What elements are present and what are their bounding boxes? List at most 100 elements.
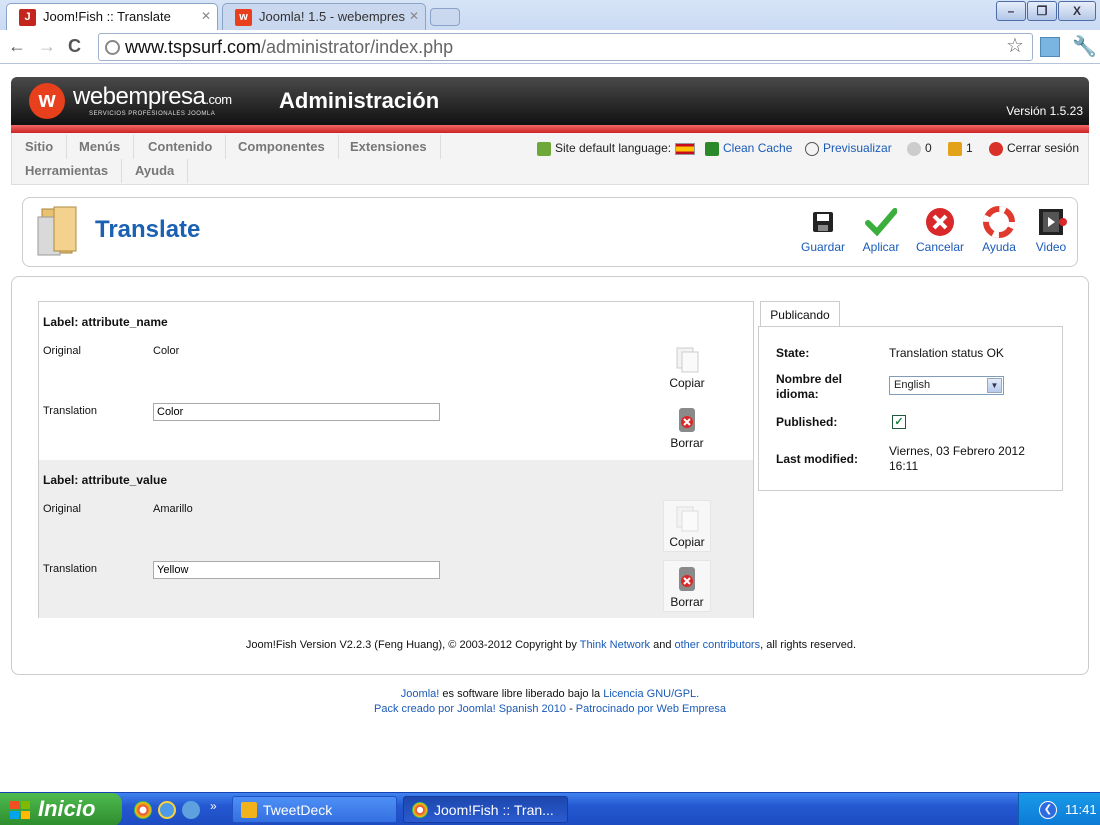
forward-icon[interactable]: → bbox=[38, 36, 56, 57]
ayuda-button[interactable]: Ayuda bbox=[971, 206, 1027, 260]
language-label: Nombre del idioma: bbox=[776, 372, 843, 401]
url-path: /administrator/index.php bbox=[261, 37, 454, 57]
windows-taskbar: Inicio » TweetDeck Joom!Fish :: Tran... … bbox=[0, 792, 1100, 825]
translation-label: Translation bbox=[43, 563, 98, 575]
published-label: Published: bbox=[776, 415, 838, 429]
guardar-button[interactable]: Guardar bbox=[795, 206, 851, 260]
reload-icon[interactable]: C bbox=[68, 36, 81, 57]
system-tray: ❮ 11:41 bbox=[1018, 793, 1100, 825]
webempresa-logo-icon: w bbox=[29, 83, 65, 119]
joomla-link[interactable]: Joomla! bbox=[401, 688, 440, 700]
chrome-icon bbox=[412, 802, 428, 818]
address-bar[interactable]: www.tspsurf.com/administrator/index.php bbox=[98, 33, 1033, 61]
users-icon bbox=[948, 141, 962, 156]
translation-input[interactable] bbox=[153, 403, 440, 421]
desktop-quicklaunch-icon[interactable] bbox=[182, 801, 200, 819]
original-value: Amarillo bbox=[153, 503, 193, 515]
think-network-link[interactable]: Think Network bbox=[580, 639, 650, 651]
copy-button[interactable]: Copiar bbox=[663, 500, 711, 552]
original-value: Color bbox=[153, 345, 180, 357]
browser-tab-joomfish[interactable]: J Joom!Fish :: Translate ✕ bbox=[6, 3, 218, 30]
admin-title: Administración bbox=[279, 88, 440, 113]
joomfish-favicon-icon: J bbox=[19, 9, 36, 26]
cancelar-button[interactable]: Cancelar bbox=[912, 206, 968, 260]
site-language-status: Site default language: bbox=[537, 141, 696, 156]
video-button[interactable]: Video bbox=[1023, 206, 1079, 260]
extension-icon[interactable] bbox=[1040, 37, 1060, 57]
site-footer: Joomla! es software libre liberado bajo … bbox=[373, 688, 727, 715]
preview-link[interactable]: Previsualizar bbox=[805, 141, 892, 156]
close-tab-icon[interactable]: ✕ bbox=[409, 9, 419, 23]
quicklaunch-more[interactable]: » bbox=[210, 799, 217, 813]
page-info-icon bbox=[105, 40, 120, 55]
menu-item-herramientas[interactable]: Herramientas bbox=[12, 159, 123, 183]
delete-button[interactable]: Borrar bbox=[663, 560, 711, 612]
tab-publicando[interactable]: Publicando bbox=[760, 301, 840, 327]
taskbar-tweetdeck[interactable]: TweetDeck bbox=[232, 796, 397, 823]
cancel-icon bbox=[926, 208, 954, 236]
translation-input[interactable] bbox=[153, 561, 440, 579]
messages-count[interactable]: 0 bbox=[907, 141, 932, 156]
spanish-pack-link[interactable]: Pack creado por Joomla! Spanish 2010 bbox=[374, 703, 566, 715]
state-value: Translation status OK bbox=[889, 346, 1004, 360]
maximize-button[interactable]: ❐ bbox=[1027, 1, 1057, 21]
field-block-attribute-value: Label: attribute_value Original Amarillo… bbox=[39, 460, 753, 618]
aplicar-button[interactable]: Aplicar bbox=[853, 206, 909, 260]
users-count[interactable]: 1 bbox=[948, 141, 973, 156]
start-button[interactable]: Inicio bbox=[0, 793, 122, 825]
field-label: Label: attribute_name bbox=[43, 315, 168, 329]
minimize-button[interactable]: – bbox=[996, 1, 1026, 21]
translation-fields: Label: attribute_name Original Color Tra… bbox=[38, 301, 754, 618]
published-checkbox[interactable]: ✓ bbox=[892, 415, 906, 429]
close-tab-icon[interactable]: ✕ bbox=[201, 9, 211, 23]
chrome-quicklaunch-icon[interactable] bbox=[134, 801, 152, 819]
logout-icon bbox=[989, 141, 1003, 156]
messages-icon bbox=[907, 141, 921, 156]
ie-quicklaunch-icon[interactable] bbox=[158, 801, 176, 819]
menu-item-componentes[interactable]: Componentes bbox=[225, 135, 339, 159]
original-label: Original bbox=[43, 345, 81, 357]
clean-cache-icon bbox=[705, 141, 719, 156]
copy-icon bbox=[676, 506, 699, 532]
logo-tagline: SERVICIOS PROFESIONALES JOOMLA bbox=[89, 111, 216, 117]
copy-button[interactable]: Copiar bbox=[663, 342, 711, 394]
field-label: Label: attribute_value bbox=[43, 473, 168, 487]
logout-link[interactable]: Cerrar sesión bbox=[989, 141, 1079, 156]
joomfish-footer: Joom!Fish Version V2.2.3 (Feng Huang), ©… bbox=[245, 639, 857, 651]
close-window-button[interactable]: X bbox=[1058, 1, 1096, 21]
magnifier-icon bbox=[805, 141, 819, 156]
webempresa-favicon-icon: w bbox=[235, 9, 252, 26]
menu-item-menus[interactable]: Menús bbox=[66, 135, 135, 159]
delete-button[interactable]: Borrar bbox=[663, 402, 711, 454]
bookmark-star-icon[interactable]: ☆ bbox=[1006, 33, 1024, 58]
browser-tab-joomla[interactable]: w Joomla! 1.5 - webempres ✕ bbox=[222, 3, 426, 30]
header-stripe bbox=[11, 125, 1089, 133]
menu-item-sitio[interactable]: Sitio bbox=[12, 135, 68, 159]
page-viewport: w webempresa.com SERVICIOS PROFESIONALES… bbox=[0, 64, 1100, 792]
wrench-icon[interactable]: 🔧 bbox=[1072, 34, 1097, 59]
clean-cache-link[interactable]: Clean Cache bbox=[705, 141, 792, 156]
url-host: www.tspsurf.com bbox=[125, 37, 262, 57]
taskbar-joomfish[interactable]: Joom!Fish :: Tran... bbox=[403, 796, 568, 823]
browser-toolbar: ← → C www.tspsurf.com/administrator/inde… bbox=[0, 30, 1100, 64]
last-modified-label: Last modified: bbox=[776, 452, 859, 466]
back-icon[interactable]: ← bbox=[8, 36, 26, 57]
language-select[interactable]: English ▼ bbox=[889, 376, 1004, 395]
original-label: Original bbox=[43, 503, 81, 515]
chevron-down-icon: ▼ bbox=[987, 378, 1002, 393]
menu-item-extensiones[interactable]: Extensiones bbox=[337, 135, 441, 159]
menu-item-ayuda[interactable]: Ayuda bbox=[122, 159, 189, 183]
tab-strip: J Joom!Fish :: Translate ✕ w Joomla! 1.5… bbox=[0, 0, 1100, 30]
new-tab-button[interactable] bbox=[430, 8, 460, 26]
menu-item-contenido[interactable]: Contenido bbox=[135, 135, 227, 159]
check-icon bbox=[865, 208, 897, 237]
tray-arrow-icon[interactable]: ❮ bbox=[1039, 801, 1057, 819]
copy-icon bbox=[676, 347, 699, 373]
trash-icon bbox=[679, 567, 695, 591]
language-icon bbox=[537, 141, 551, 156]
translation-label: Translation bbox=[43, 405, 98, 417]
web-empresa-link[interactable]: Patrocinado por Web Empresa bbox=[576, 703, 726, 715]
trash-icon bbox=[679, 408, 695, 432]
other-contributors-link[interactable]: other contributors bbox=[675, 639, 761, 651]
license-link[interactable]: Licencia GNU/GPL. bbox=[603, 688, 699, 700]
